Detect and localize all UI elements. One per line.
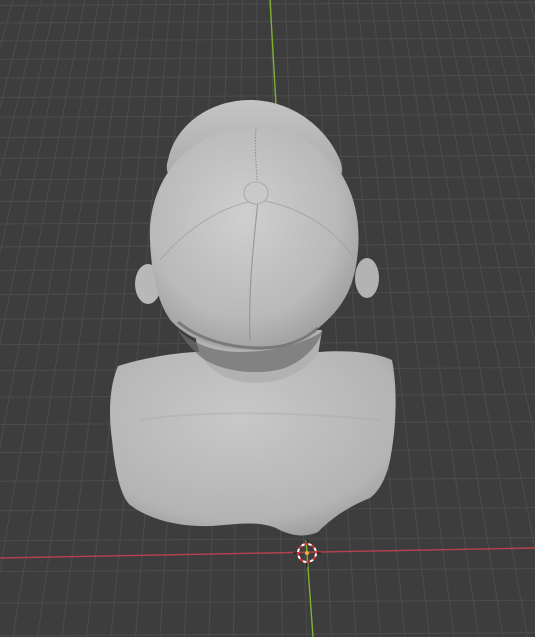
cap-button xyxy=(243,181,269,205)
viewport-canvas[interactable] xyxy=(0,0,535,637)
right-ear xyxy=(355,258,379,298)
3d-viewport[interactable] xyxy=(0,0,535,637)
